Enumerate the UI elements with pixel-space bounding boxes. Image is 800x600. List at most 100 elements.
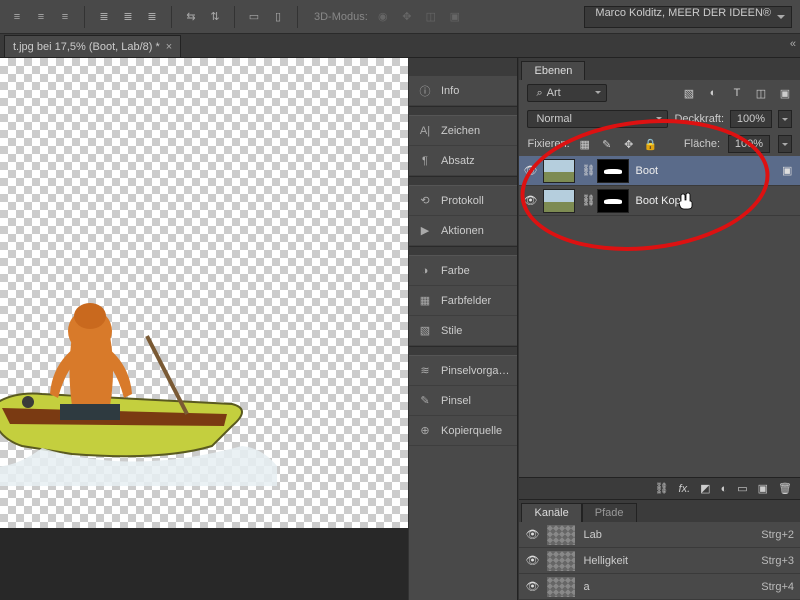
- dolly-icon[interactable]: ◫: [422, 8, 440, 26]
- lock-all-icon[interactable]: 🔒: [644, 137, 658, 151]
- dist-h-icon[interactable]: ⇆: [182, 8, 200, 26]
- brush-icon: ✎: [417, 394, 433, 407]
- channel-row[interactable]: 👁 a Strg+4: [519, 574, 800, 600]
- visibility-icon[interactable]: 👁: [525, 528, 539, 542]
- search-icon: ⌕: [536, 87, 542, 100]
- panel-absatz[interactable]: ¶Absatz: [409, 146, 517, 176]
- channel-row[interactable]: 👁 Helligkeit Strg+3: [519, 548, 800, 574]
- mode3d-label: 3D-Modus:: [314, 11, 368, 23]
- panel-farbe[interactable]: ◑Farbe: [409, 256, 517, 286]
- boat-image: [0, 276, 282, 486]
- panel-protokoll[interactable]: ⟲Protokoll: [409, 186, 517, 216]
- align-icon-2[interactable]: ≡: [32, 8, 50, 26]
- group-icon[interactable]: ▭: [737, 482, 747, 495]
- fill-slider-button[interactable]: [778, 135, 792, 153]
- layer-name[interactable]: Boot: [635, 165, 776, 177]
- collapse-icon[interactable]: «: [790, 38, 796, 50]
- channel-name: Helligkeit: [583, 555, 753, 567]
- canvas-area[interactable]: [0, 58, 408, 600]
- panel-label: Farbfelder: [441, 295, 491, 307]
- orbit-icon[interactable]: ◉: [374, 8, 392, 26]
- opacity-slider-button[interactable]: [778, 110, 792, 128]
- channel-thumbnail: [547, 525, 575, 545]
- lock-position-icon[interactable]: ✥: [622, 137, 636, 151]
- align-icon-3[interactable]: ≡: [56, 8, 74, 26]
- close-icon[interactable]: ×: [166, 41, 172, 53]
- visibility-icon[interactable]: 👁: [525, 554, 539, 568]
- cam-icon[interactable]: ▣: [446, 8, 464, 26]
- collapsed-panel-column: ⓘInfo A|Zeichen ¶Absatz ⟲Protokoll ▶Akti…: [408, 58, 518, 600]
- channel-shortcut: Strg+3: [761, 555, 794, 567]
- opacity-value[interactable]: 100%: [730, 110, 772, 128]
- filter-shape-icon[interactable]: ◫: [754, 87, 768, 100]
- fill-value[interactable]: 100%: [728, 135, 770, 153]
- link-icon: ⛓: [581, 164, 591, 177]
- layer-row[interactable]: 👁 ⛓ Boot ▣: [519, 156, 800, 186]
- panel-stile[interactable]: ▧Stile: [409, 316, 517, 346]
- dist-v-icon[interactable]: ⇅: [206, 8, 224, 26]
- fx-icon[interactable]: fx.: [679, 483, 691, 495]
- workspace-switcher[interactable]: Marco Kolditz, MEER DER IDEEN®: [584, 6, 792, 28]
- filter-type-icon[interactable]: T: [730, 87, 744, 100]
- mask-icon[interactable]: ◩: [700, 482, 710, 495]
- tab-pfade[interactable]: Pfade: [582, 503, 637, 522]
- swatches-icon: ▦: [417, 294, 433, 307]
- distribute-icon-2[interactable]: ≣: [119, 8, 137, 26]
- layer-thumbnail[interactable]: [543, 189, 575, 213]
- filter-pixel-icon[interactable]: ▧: [682, 87, 696, 100]
- adjustment-icon[interactable]: ◐: [721, 483, 728, 495]
- filter-type-label: Art: [547, 87, 561, 99]
- panel-label: Aktionen: [441, 225, 484, 237]
- lock-transparency-icon[interactable]: ▦: [578, 137, 592, 151]
- layer-name[interactable]: Boot Kopie: [635, 195, 796, 207]
- layer-mask-thumbnail[interactable]: [597, 159, 629, 183]
- channel-shortcut: Strg+4: [761, 581, 794, 593]
- panel-label: Farbe: [441, 265, 470, 277]
- channel-name: a: [583, 581, 753, 593]
- lock-pixels-icon[interactable]: ✎: [600, 137, 614, 151]
- panel-pinselvorgaben[interactable]: ≋Pinselvorga…: [409, 356, 517, 386]
- channels-panel: Kanäle Pfade 👁 Lab Strg+2 👁 Helligkeit S…: [519, 499, 800, 600]
- panel-pinsel[interactable]: ✎Pinsel: [409, 386, 517, 416]
- visibility-icon[interactable]: 👁: [525, 580, 539, 594]
- blend-mode-select[interactable]: Normal: [527, 110, 668, 128]
- pan3d-icon[interactable]: ✥: [398, 8, 416, 26]
- panel-farbfelder[interactable]: ▦ Farbfelder: [409, 286, 517, 316]
- layer-mask-thumbnail[interactable]: [597, 189, 629, 213]
- filter-adjust-icon[interactable]: ◐: [706, 87, 720, 100]
- new-layer-icon[interactable]: ▣: [758, 482, 768, 495]
- filter-smart-icon[interactable]: ▣: [778, 87, 792, 100]
- distribute-icon-3[interactable]: ≣: [143, 8, 161, 26]
- document-tab[interactable]: t.jpg bei 17,5% (Boot, Lab/8) * ×: [4, 35, 181, 57]
- channel-row[interactable]: 👁 Lab Strg+2: [519, 522, 800, 548]
- distribute-icon-1[interactable]: ≣: [95, 8, 113, 26]
- link-layers-icon[interactable]: ⛓: [655, 482, 669, 495]
- link-icon: ⛓: [581, 194, 591, 207]
- filter-icons: ▧ ◐ T ◫ ▣: [682, 87, 792, 100]
- panel-zeichen[interactable]: A|Zeichen: [409, 116, 517, 146]
- tool-icon-a[interactable]: ▭: [245, 8, 263, 26]
- lock-row: Fixieren: ▦ ✎ ✥ 🔒 Fläche: 100%: [519, 132, 800, 156]
- visibility-icon[interactable]: 👁: [523, 194, 537, 208]
- document-tabbar: t.jpg bei 17,5% (Boot, Lab/8) * × «: [0, 34, 800, 58]
- panel-label: Kopierquelle: [441, 425, 502, 437]
- tool-icon-b[interactable]: ▯: [269, 8, 287, 26]
- fill-label: Fläche:: [684, 138, 720, 150]
- tab-ebenen[interactable]: Ebenen: [521, 61, 585, 80]
- filter-type-select[interactable]: ⌕ Art: [527, 84, 607, 102]
- panel-label: Pinselvorga…: [441, 365, 509, 377]
- panel-kopierquelle[interactable]: ⊕Kopierquelle: [409, 416, 517, 446]
- tab-kanaele[interactable]: Kanäle: [521, 503, 581, 522]
- panel-label: Zeichen: [441, 125, 480, 137]
- layer-thumbnail[interactable]: [543, 159, 575, 183]
- channels-tabbar: Kanäle Pfade: [519, 500, 800, 522]
- layer-row[interactable]: 👁 ⛓ Boot Kopie: [519, 186, 800, 216]
- channel-thumbnail: [547, 551, 575, 571]
- panel-aktionen[interactable]: ▶Aktionen: [409, 216, 517, 246]
- trash-icon[interactable]: 🗑: [778, 482, 792, 495]
- align-icon-1[interactable]: ≡: [8, 8, 26, 26]
- document-canvas[interactable]: [0, 58, 408, 528]
- advanced-blend-icon[interactable]: ▣: [782, 164, 796, 177]
- panel-info[interactable]: ⓘInfo: [409, 76, 517, 106]
- visibility-icon[interactable]: 👁: [523, 164, 537, 178]
